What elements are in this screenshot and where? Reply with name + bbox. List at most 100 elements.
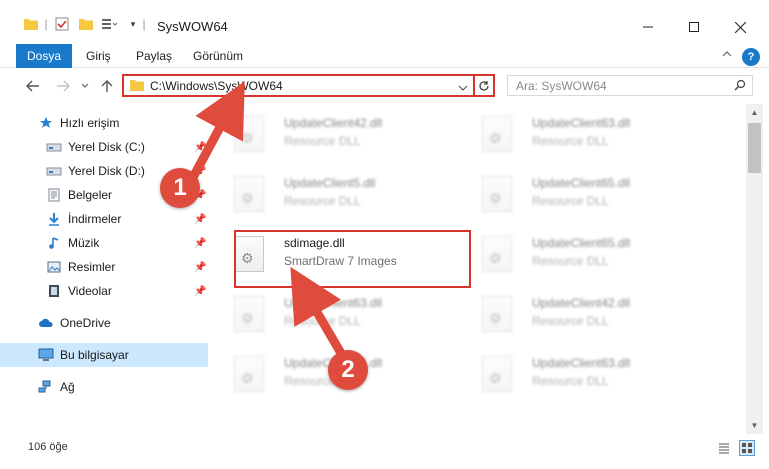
list-item[interactable]: ⚙ UpdateClient42.dll Resource DLL bbox=[460, 288, 690, 344]
folder-icon bbox=[130, 79, 144, 94]
sidebar-item-label: Bu bilgisayar bbox=[60, 348, 129, 362]
address-path: C:\Windows\SysWOW64 bbox=[150, 79, 283, 93]
sidebar-item-music[interactable]: Müzik 📌 bbox=[0, 231, 208, 255]
file-name: UpdateClient63.dll bbox=[284, 296, 383, 310]
navigation-bar: C:\Windows\SysWOW64 Ara: SysWOW64 bbox=[0, 68, 769, 104]
highlight-box bbox=[234, 230, 471, 288]
sidebar-item-pictures[interactable]: Resimler 📌 bbox=[0, 255, 208, 279]
scroll-up-icon[interactable]: ▲ bbox=[746, 104, 763, 121]
pin-icon[interactable]: 📌 bbox=[194, 190, 206, 201]
file-name: UpdateClient65.dll bbox=[532, 236, 631, 250]
scroll-down-icon[interactable]: ▼ bbox=[746, 417, 763, 434]
list-item[interactable]: ⚙ UpdateClient63.dll Resource DLL bbox=[460, 348, 690, 404]
videos-icon bbox=[46, 283, 62, 299]
refresh-button[interactable] bbox=[473, 74, 495, 97]
address-bar[interactable]: C:\Windows\SysWOW64 bbox=[122, 74, 475, 97]
cloud-icon bbox=[38, 315, 54, 331]
sidebar-item-this-pc[interactable]: Bu bilgisayar bbox=[0, 343, 208, 367]
dll-file-icon: ⚙ bbox=[234, 296, 264, 332]
sidebar-item-label: Videolar bbox=[68, 284, 112, 298]
sidebar-item-network[interactable]: Ağ bbox=[0, 375, 208, 399]
pin-icon[interactable]: 📌 bbox=[194, 286, 206, 297]
customize-toolbar-icon[interactable]: ▾ bbox=[128, 14, 138, 34]
search-icon[interactable] bbox=[734, 79, 746, 94]
tab-giris[interactable]: Giriş bbox=[86, 44, 111, 68]
search-input[interactable]: Ara: SysWOW64 bbox=[516, 79, 607, 93]
forward-arrow-icon[interactable] bbox=[52, 76, 74, 96]
search-box[interactable]: Ara: SysWOW64 bbox=[507, 75, 753, 96]
list-item[interactable]: ⚙ UpdateClient65.dll Resource DLL bbox=[460, 228, 690, 284]
list-item[interactable]: ⚙ UpdateClient5.dll Resource DLL bbox=[212, 168, 442, 224]
file-name: UpdateClient42.dll bbox=[284, 116, 383, 130]
ribbon-expand-icon[interactable] bbox=[722, 49, 732, 62]
file-name: UpdateClient65.dll bbox=[532, 176, 631, 190]
tab-dosya[interactable]: Dosya bbox=[16, 44, 72, 68]
list-item[interactable]: ⚙ UpdateClient63.dll Resource DLL bbox=[212, 288, 442, 344]
sidebar-item-videos[interactable]: Videolar 📌 bbox=[0, 279, 208, 303]
separator: | bbox=[44, 17, 48, 31]
pin-icon[interactable]: 📌 bbox=[194, 166, 206, 177]
sidebar-item-label: Belgeler bbox=[68, 188, 113, 202]
view-options-icon[interactable] bbox=[100, 14, 120, 34]
item-count: 106 öğe bbox=[28, 441, 68, 453]
drive-icon bbox=[46, 163, 62, 179]
tab-gorunum[interactable]: Görünüm bbox=[193, 44, 243, 68]
file-description: Resource DLL bbox=[532, 194, 609, 208]
file-description: Resource DLL bbox=[532, 134, 609, 148]
file-name: UpdateClient65.dll bbox=[284, 356, 383, 370]
refresh-icon bbox=[479, 80, 489, 91]
sidebar-item-label: Yerel Disk (C:) bbox=[68, 140, 145, 154]
computer-icon bbox=[38, 347, 54, 363]
dll-file-icon: ⚙ bbox=[234, 176, 264, 212]
minimize-button[interactable] bbox=[625, 14, 671, 40]
new-folder-icon[interactable] bbox=[78, 14, 94, 34]
dll-file-icon: ⚙ bbox=[482, 356, 512, 392]
close-button[interactable] bbox=[717, 14, 763, 40]
status-bar: 106 öğe bbox=[0, 434, 769, 469]
network-icon bbox=[38, 379, 54, 395]
file-description: Resource DLL bbox=[284, 134, 361, 148]
documents-icon bbox=[46, 187, 62, 203]
file-description: Resource DLL bbox=[532, 374, 609, 388]
pin-icon[interactable]: 📌 bbox=[194, 142, 206, 153]
sidebar-item-label: Ağ bbox=[60, 380, 75, 394]
list-item[interactable]: ⚙ UpdateClient42.dll Resource DLL bbox=[212, 108, 442, 164]
sidebar-item-label: Hızlı erişim bbox=[60, 116, 120, 130]
pin-icon[interactable]: 📌 bbox=[194, 214, 206, 225]
explorer-window: | ▾ | SysWOW64 Dosya Giriş Paylaş Görünü… bbox=[0, 0, 769, 469]
pin-icon[interactable]: 📌 bbox=[194, 238, 206, 249]
sidebar-item-label: Müzik bbox=[68, 236, 100, 250]
sidebar-item-quick-access[interactable]: Hızlı erişim bbox=[0, 111, 208, 135]
scroll-thumb[interactable] bbox=[748, 123, 761, 173]
tab-paylas[interactable]: Paylaş bbox=[136, 44, 172, 68]
title-bar: | ▾ | SysWOW64 bbox=[0, 0, 769, 44]
address-dropdown-icon[interactable] bbox=[458, 81, 468, 95]
vertical-scrollbar[interactable]: ▲ ▼ bbox=[746, 104, 763, 434]
sidebar-item-onedrive[interactable]: OneDrive bbox=[0, 311, 208, 335]
sidebar-item-downloads[interactable]: İndirmeler 📌 bbox=[0, 207, 208, 231]
back-arrow-icon[interactable] bbox=[22, 76, 44, 96]
sidebar-item-documents[interactable]: Belgeler 📌 bbox=[0, 183, 208, 207]
recent-locations-icon[interactable] bbox=[78, 76, 92, 96]
star-icon bbox=[38, 115, 54, 131]
dll-file-icon: ⚙ bbox=[234, 356, 264, 392]
sidebar-item-disk-c[interactable]: Yerel Disk (C:) 📌 bbox=[0, 135, 208, 159]
properties-icon[interactable] bbox=[54, 14, 70, 34]
large-icons-view-icon[interactable] bbox=[739, 440, 755, 456]
file-name: UpdateClient63.dll bbox=[532, 116, 631, 130]
pin-icon[interactable]: 📌 bbox=[194, 262, 206, 273]
file-description: Resource DLL bbox=[284, 194, 361, 208]
sidebar-item-disk-d[interactable]: Yerel Disk (D:) 📌 bbox=[0, 159, 208, 183]
up-arrow-icon[interactable] bbox=[96, 76, 118, 96]
sidebar-item-label: İndirmeler bbox=[68, 212, 122, 226]
list-item[interactable]: ⚙ UpdateClient65.dll Resource DLL bbox=[460, 168, 690, 224]
ribbon: Dosya Giriş Paylaş Görünüm ? bbox=[0, 44, 769, 68]
pictures-icon bbox=[46, 259, 62, 275]
help-icon[interactable]: ? bbox=[742, 48, 760, 66]
downloads-icon bbox=[46, 211, 62, 227]
maximize-button[interactable] bbox=[671, 14, 717, 40]
navigation-pane: Hızlı erişim Yerel Disk (C:) 📌 Yerel Dis… bbox=[0, 104, 212, 434]
list-item[interactable]: ⚙ UpdateClient65.dll Resource DLL bbox=[212, 348, 442, 404]
details-view-icon[interactable] bbox=[716, 440, 732, 456]
list-item[interactable]: ⚙ UpdateClient63.dll Resource DLL bbox=[460, 108, 690, 164]
